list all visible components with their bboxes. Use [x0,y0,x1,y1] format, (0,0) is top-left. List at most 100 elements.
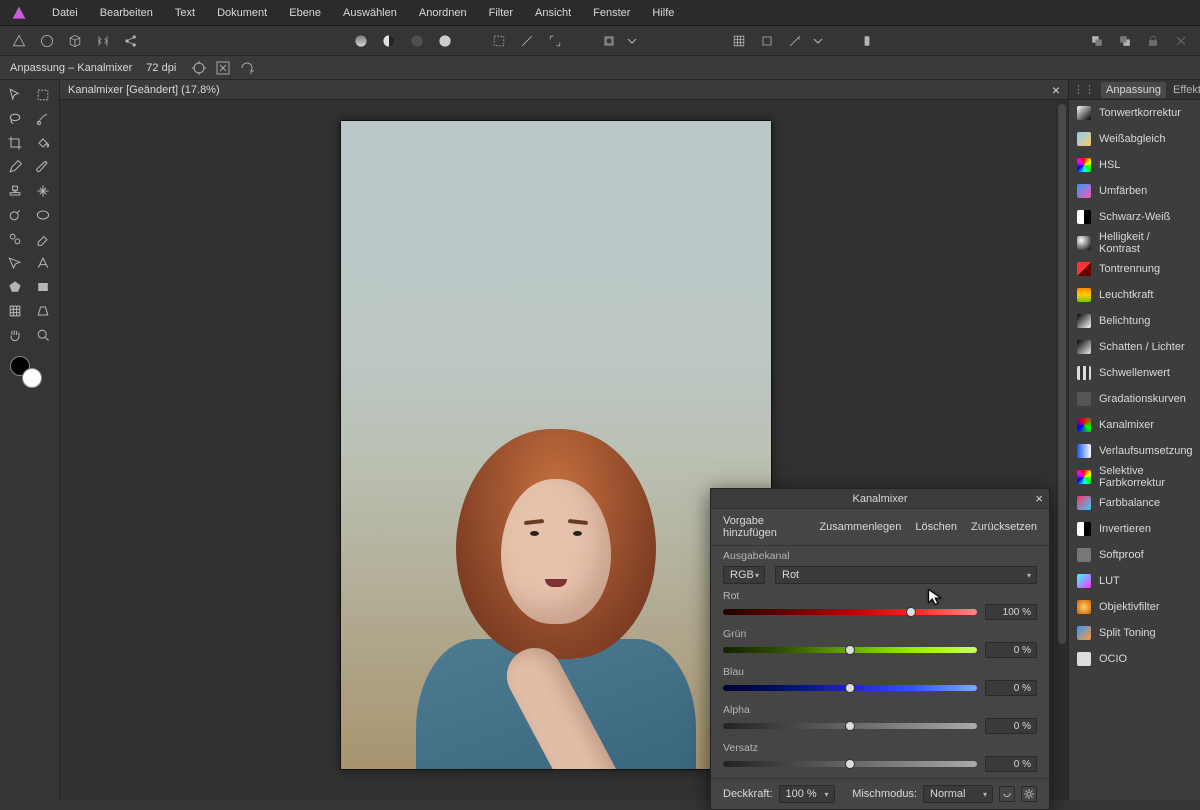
quickmask-icon[interactable] [598,30,620,52]
slider-track[interactable] [723,647,977,653]
light-circle-icon[interactable] [434,30,456,52]
slider-value[interactable]: 0 % [985,756,1037,772]
fit-icon[interactable] [214,59,232,77]
menu-auswählen[interactable]: Auswählen [333,3,407,23]
delete-button[interactable]: Löschen [915,521,957,533]
menu-bearbeiten[interactable]: Bearbeiten [90,3,163,23]
adjustment-item[interactable]: Belichtung [1069,308,1200,334]
slider-value[interactable]: 0 % [985,718,1037,734]
mode-select[interactable]: RGB [723,566,765,584]
adjustment-item[interactable]: Farbbalance [1069,490,1200,516]
adjustment-item[interactable]: LUT [1069,568,1200,594]
zoom-tool-icon[interactable] [30,324,56,346]
adjustment-item[interactable]: Helligkeit / Kontrast [1069,230,1200,256]
adjustment-item[interactable]: Verlaufsumsetzung [1069,438,1200,464]
slider-handle[interactable] [906,607,916,617]
adjustment-item[interactable]: Schatten / Lichter [1069,334,1200,360]
slider-value[interactable]: 0 % [985,680,1037,696]
clone-tool-icon[interactable] [2,228,28,250]
slider-track[interactable] [723,723,977,729]
pen-tool-icon[interactable] [2,156,28,178]
rectangle-tool-icon[interactable] [30,276,56,298]
snap-icon[interactable] [756,30,778,52]
locate-icon[interactable] [190,59,208,77]
adjustment-item[interactable]: Softproof [1069,542,1200,568]
close-icon[interactable]: × [1052,82,1060,98]
opacity-select[interactable]: 100 % [779,785,835,803]
hand-tool-icon[interactable] [2,324,28,346]
slider-track[interactable] [723,685,977,691]
menu-filter[interactable]: Filter [479,3,523,23]
wand-icon[interactable] [784,30,806,52]
crop-marks-icon[interactable] [544,30,566,52]
reset-button[interactable]: Zurücksetzen [971,521,1037,533]
adjustment-item[interactable]: Kanalmixer [1069,412,1200,438]
menu-fenster[interactable]: Fenster [583,3,640,23]
adjustment-item[interactable]: Umfärben [1069,178,1200,204]
adjustment-item[interactable]: Selektive Farbkorrektur [1069,464,1200,490]
lasso-tool-icon[interactable] [2,108,28,130]
tab-effekte[interactable]: Effekte [1168,82,1200,98]
diag-line-icon[interactable] [516,30,538,52]
menu-anordnen[interactable]: Anordnen [409,3,477,23]
mesh-tool-icon[interactable] [2,300,28,322]
shape-tool-icon[interactable] [2,276,28,298]
gradient-icon[interactable] [350,30,372,52]
channel-select[interactable]: Rot [775,566,1037,584]
crop-tool-icon[interactable] [2,132,28,154]
adjustment-item[interactable]: Leuchtkraft [1069,282,1200,308]
menu-hilfe[interactable]: Hilfe [642,3,684,23]
share-icon[interactable] [120,30,142,52]
slider-track[interactable] [723,609,977,615]
chevron-down-icon[interactable] [812,30,824,52]
heal-tool-icon[interactable] [30,180,56,202]
adjustment-item[interactable]: Gradationskurven [1069,386,1200,412]
menu-ansicht[interactable]: Ansicht [525,3,581,23]
color-swatches[interactable] [2,356,57,396]
menu-datei[interactable]: Datei [42,3,88,23]
slider-track[interactable] [723,761,977,767]
menu-text[interactable]: Text [165,3,205,23]
info-icon[interactable] [856,30,878,52]
adjustment-item[interactable]: Invertieren [1069,516,1200,542]
paint-brush-tool-icon[interactable] [30,156,56,178]
adjustment-item[interactable]: Tonwertkorrektur [1069,100,1200,126]
arrange-front-icon[interactable] [1086,30,1108,52]
chevron-down-icon[interactable] [626,30,638,52]
adjustment-item[interactable]: Schwellenwert [1069,360,1200,386]
panel-grip-icon[interactable]: ⋮⋮ [1073,83,1095,96]
adjustment-item[interactable]: HSL [1069,152,1200,178]
tab-anpassung[interactable]: Anpassung [1101,82,1166,98]
close-icon[interactable]: × [1035,491,1043,506]
persona-icon[interactable] [8,30,30,52]
refresh-icon[interactable] [238,59,256,77]
mirror-icon[interactable] [92,30,114,52]
text-tool-icon[interactable] [30,252,56,274]
menu-ebene[interactable]: Ebene [279,3,331,23]
halftone-icon[interactable] [378,30,400,52]
flood-tool-icon[interactable] [30,132,56,154]
adjustment-item[interactable]: Tontrennung [1069,256,1200,282]
blend-select[interactable]: Normal [923,785,993,803]
slider-handle[interactable] [845,645,855,655]
stamp-tool-icon[interactable] [2,180,28,202]
add-preset-button[interactable]: Vorgabe hinzufügen [723,515,805,539]
eraser-tool-icon[interactable] [30,228,56,250]
marquee-dashed-icon[interactable] [488,30,510,52]
adjustment-item[interactable]: Weißabgleich [1069,126,1200,152]
adjustment-item[interactable]: Split Toning [1069,620,1200,646]
close-panel-icon[interactable] [1170,30,1192,52]
brush-select-tool-icon[interactable] [30,108,56,130]
adjustment-item[interactable]: Schwarz-Weiß [1069,204,1200,230]
background-swatch[interactable] [22,368,42,388]
canvas-image[interactable] [340,120,772,770]
lock-icon[interactable] [1142,30,1164,52]
sponge-tool-icon[interactable] [30,204,56,226]
adjustment-item[interactable]: Objektivfilter [1069,594,1200,620]
grid-icon[interactable] [728,30,750,52]
merge-button[interactable]: Zusammenlegen [819,521,901,533]
shadow-circle-icon[interactable] [406,30,428,52]
slider-value[interactable]: 0 % [985,642,1037,658]
adjustment-item[interactable]: OCIO [1069,646,1200,672]
slider-handle[interactable] [845,683,855,693]
